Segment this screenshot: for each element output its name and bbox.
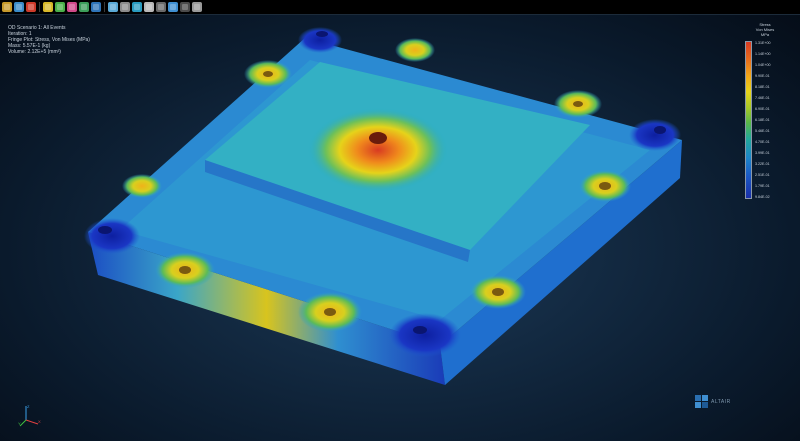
boss-hole bbox=[369, 132, 387, 144]
corner-hole bbox=[413, 326, 427, 334]
bolt-hole bbox=[263, 71, 273, 77]
legend-tick-label: 5.46E-01 bbox=[755, 129, 770, 133]
corner-hole bbox=[98, 226, 112, 234]
legend-tick-label: 3.99E-01 bbox=[755, 151, 770, 155]
axis-triad-icon: Z X Y bbox=[18, 404, 41, 427]
legend-tick-label: 1.04E+00 bbox=[755, 63, 771, 67]
corner-hole bbox=[654, 126, 666, 134]
bolt-hole bbox=[599, 182, 611, 190]
corner-mount bbox=[629, 119, 681, 151]
triad-y-label: Y bbox=[18, 421, 21, 426]
stress-legend: Stress Von Mises MPa 1.31E+00 1.14E+00 1… bbox=[745, 22, 785, 199]
legend-tick-label: 8.18E-01 bbox=[755, 85, 770, 89]
bolt-hole bbox=[324, 308, 336, 316]
legend-tick-label: 6.90E-01 bbox=[755, 107, 770, 111]
bolt-hole bbox=[573, 101, 583, 107]
stress-contour-model[interactable] bbox=[0, 0, 800, 441]
legend-color-bar bbox=[745, 41, 752, 199]
legend-tick-label: 1.14E+00 bbox=[755, 52, 771, 56]
corner-mount bbox=[298, 27, 342, 53]
legend-unit: MPa bbox=[760, 32, 770, 37]
triad-x-label: X bbox=[38, 419, 41, 424]
legend-tick-label: 1.31E+00 bbox=[755, 41, 771, 45]
result-info-panel: OD Scenario 1: All Events Iteration: 1 F… bbox=[8, 25, 90, 55]
bolt-hole-region bbox=[395, 38, 435, 62]
legend-tick-label: 2.51E-01 bbox=[755, 173, 770, 177]
legend-tick-label: 9.90E-01 bbox=[755, 74, 770, 78]
bolt-hole bbox=[179, 266, 191, 274]
bolt-hole-region bbox=[122, 174, 162, 198]
triad-z-label: Z bbox=[27, 404, 30, 409]
legend-tick-label: 6.18E-01 bbox=[755, 118, 770, 122]
legend-tick-label: 9.84E-02 bbox=[755, 195, 770, 199]
altair-logo: ALTAIR bbox=[694, 393, 754, 413]
legend-tick-label: 3.22E-01 bbox=[755, 162, 770, 166]
bolt-hole bbox=[492, 288, 504, 296]
legend-ticks: 1.31E+00 1.14E+00 1.04E+00 9.90E-01 8.18… bbox=[752, 41, 782, 199]
corner-mount bbox=[389, 313, 461, 357]
legend-tick-label: 1.79E-01 bbox=[755, 184, 770, 188]
peak-stress-region bbox=[308, 108, 448, 192]
volume-label: Volume: 2.12E+5 (mm³) bbox=[8, 49, 61, 55]
legend-tick-label: 7.46E-01 bbox=[755, 96, 770, 100]
logo-text: ALTAIR bbox=[711, 399, 731, 405]
corner-mount bbox=[84, 218, 140, 254]
legend-tick-label: 4.70E-01 bbox=[755, 140, 770, 144]
legend-body: 1.31E+00 1.14E+00 1.04E+00 9.90E-01 8.18… bbox=[745, 41, 785, 199]
fea-viewer-app: OD Scenario 1: All Events Iteration: 1 F… bbox=[0, 0, 800, 441]
altair-logo-icon bbox=[695, 395, 708, 408]
corner-hole bbox=[316, 31, 328, 37]
